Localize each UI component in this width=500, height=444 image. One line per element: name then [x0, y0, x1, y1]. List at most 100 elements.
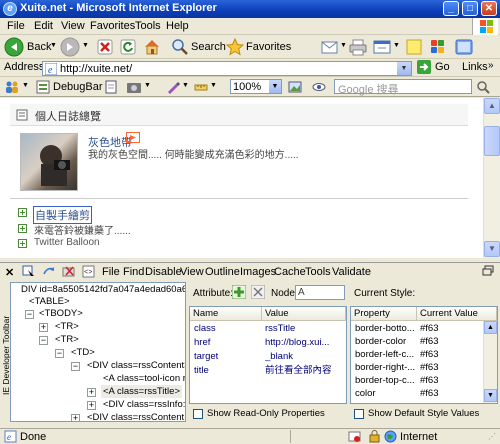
tree-node[interactable]: <A class=tool-icon r — [103, 372, 185, 385]
search-button[interactable]: Search — [191, 41, 226, 53]
style-value[interactable]: #f63 — [420, 322, 480, 335]
dom-tree[interactable]: DIV id=8a5505142fd7a047a4edad60a69b <TAB… — [10, 282, 186, 422]
minimize-button[interactable]: _ — [443, 1, 459, 16]
style-scrollbar[interactable]: ▲ ▼ — [483, 321, 497, 403]
scroll-up-icon[interactable]: ▲ — [484, 98, 500, 114]
post-expand-icon[interactable] — [18, 208, 27, 217]
style-value[interactable]: #f63 — [420, 361, 480, 374]
clear-icon[interactable] — [62, 265, 76, 278]
people-dropdown-icon[interactable]: ▼ — [22, 82, 29, 89]
address-input[interactable]: e http://xuite.net/ ▼ — [42, 61, 412, 76]
title-bar[interactable]: e Xuite.net - Microsoft Internet Explore… — [0, 0, 500, 18]
style-table[interactable]: Property Current Value border-botto... #… — [350, 306, 498, 404]
favorites-button[interactable]: Favorites — [246, 41, 291, 53]
menu-tools[interactable]: Tools — [135, 20, 161, 32]
edit-dropdown-icon[interactable]: ▼ — [393, 42, 400, 49]
style-value[interactable]: #f63 — [420, 348, 480, 361]
stop-icon[interactable] — [96, 37, 114, 57]
devtools-menu-file[interactable]: File — [102, 266, 120, 278]
debugbar-button[interactable]: DebugBar — [53, 81, 103, 93]
style-property[interactable]: border-left-c... — [355, 348, 417, 361]
devtools-menu-images[interactable]: Images — [240, 266, 276, 278]
menu-favorites[interactable]: Favorites — [90, 20, 135, 32]
refresh-icon[interactable] — [119, 37, 137, 57]
menu-view[interactable]: View — [61, 20, 85, 32]
edit-page-icon[interactable] — [372, 37, 392, 57]
show-readonly-checkbox[interactable] — [193, 409, 203, 419]
camera-dropdown-icon[interactable]: ▼ — [144, 82, 151, 89]
tree-node[interactable]: <DIV class=rssContent> — [87, 359, 185, 372]
tree-node[interactable]: <TR> — [55, 320, 79, 333]
view-source-icon[interactable]: <> — [82, 265, 96, 278]
tree-node[interactable]: <TR> — [55, 333, 79, 346]
print-icon[interactable] — [348, 37, 368, 57]
tree-node[interactable]: <TBODY> — [39, 307, 83, 320]
tree-node[interactable]: <TD> — [71, 346, 95, 359]
people-icon[interactable] — [4, 80, 20, 94]
attr-value[interactable]: _blank — [265, 350, 345, 363]
column-header[interactable]: Property — [351, 307, 417, 321]
tree-node-selected[interactable]: <A class=rssTitle> — [101, 385, 182, 398]
post-link[interactable]: 來電答鈴被鎌藥了...... — [34, 222, 131, 237]
menu-help[interactable]: Help — [166, 20, 189, 32]
show-default-label[interactable]: Show Default Style Values — [368, 408, 479, 419]
column-header[interactable]: Name — [190, 307, 262, 321]
post-expand-icon[interactable] — [18, 224, 27, 233]
devtools-menu-find[interactable]: Find — [123, 266, 144, 278]
attr-name[interactable]: target — [194, 350, 262, 363]
camera-icon[interactable] — [126, 80, 142, 94]
style-value[interactable]: #f63 — [420, 374, 480, 387]
back-button[interactable]: Back — [27, 41, 51, 53]
menu-edit[interactable]: Edit — [34, 20, 53, 32]
page-scrollbar[interactable]: ▲ ▼ — [483, 98, 500, 258]
go-arrow-icon[interactable] — [416, 59, 432, 75]
forward-dropdown-icon[interactable]: ▼ — [82, 42, 89, 49]
style-property[interactable]: color — [355, 387, 417, 400]
expand-icon[interactable]: + — [71, 414, 80, 421]
maximize-button[interactable]: □ — [462, 1, 478, 16]
tree-node[interactable]: <DIV class=rssContent — [87, 411, 184, 421]
links-label[interactable]: Links — [462, 61, 488, 73]
pen-icon[interactable] — [166, 80, 180, 94]
post-link[interactable]: Twitter Balloon — [34, 237, 100, 248]
scroll-down-icon[interactable]: ▼ — [484, 241, 500, 257]
devtools-menu-outline[interactable]: Outline — [205, 266, 240, 278]
style-property[interactable]: border-right-... — [355, 361, 417, 374]
style-property[interactable]: border-botto... — [355, 322, 417, 335]
forward-arrow-icon[interactable] — [60, 37, 80, 57]
mail-icon[interactable] — [320, 37, 340, 57]
post-expand-icon[interactable] — [18, 239, 27, 248]
menu-file[interactable]: File — [7, 20, 25, 32]
remove-attribute-icon[interactable] — [251, 285, 265, 299]
devtools-menu-disable[interactable]: Disable — [145, 266, 182, 278]
collapse-icon[interactable]: − — [39, 336, 48, 345]
zoom-select[interactable]: 100% ▼ — [230, 79, 282, 94]
eye-icon[interactable] — [312, 80, 326, 94]
address-dropdown-icon[interactable]: ▼ — [397, 62, 411, 75]
style-property[interactable]: border-color — [355, 335, 417, 348]
expand-icon[interactable]: + — [87, 388, 96, 397]
attr-value[interactable]: rssTitle — [265, 322, 345, 335]
scrollbar-thumb[interactable] — [484, 126, 500, 156]
collapse-icon[interactable]: − — [25, 310, 34, 319]
devtools-menu-validate[interactable]: Validate — [332, 266, 371, 278]
node-input[interactable]: A — [295, 285, 345, 300]
research-icon[interactable] — [454, 37, 474, 57]
collapse-icon[interactable]: − — [55, 349, 64, 358]
column-header[interactable]: Current Value — [417, 307, 497, 321]
back-dropdown-icon[interactable]: ▼ — [50, 42, 57, 49]
devtools-menu-cache[interactable]: Cache — [274, 266, 306, 278]
notes-icon[interactable] — [405, 37, 423, 57]
attr-value[interactable]: http://blog.xui... — [265, 336, 345, 349]
style-property[interactable]: border-top-c... — [355, 374, 417, 387]
select-element-icon[interactable] — [22, 265, 36, 278]
author-avatar[interactable] — [20, 133, 78, 191]
attr-name[interactable]: title — [194, 364, 262, 377]
google-search-input[interactable]: Google 搜尋 — [334, 79, 472, 96]
rss-title-icon[interactable] — [126, 132, 140, 143]
style-value[interactable]: #f63 — [420, 387, 480, 400]
show-default-checkbox[interactable] — [354, 409, 364, 419]
column-header[interactable]: Value — [262, 307, 346, 321]
collapse-icon[interactable]: − — [71, 362, 80, 371]
go-button[interactable]: Go — [435, 61, 450, 73]
